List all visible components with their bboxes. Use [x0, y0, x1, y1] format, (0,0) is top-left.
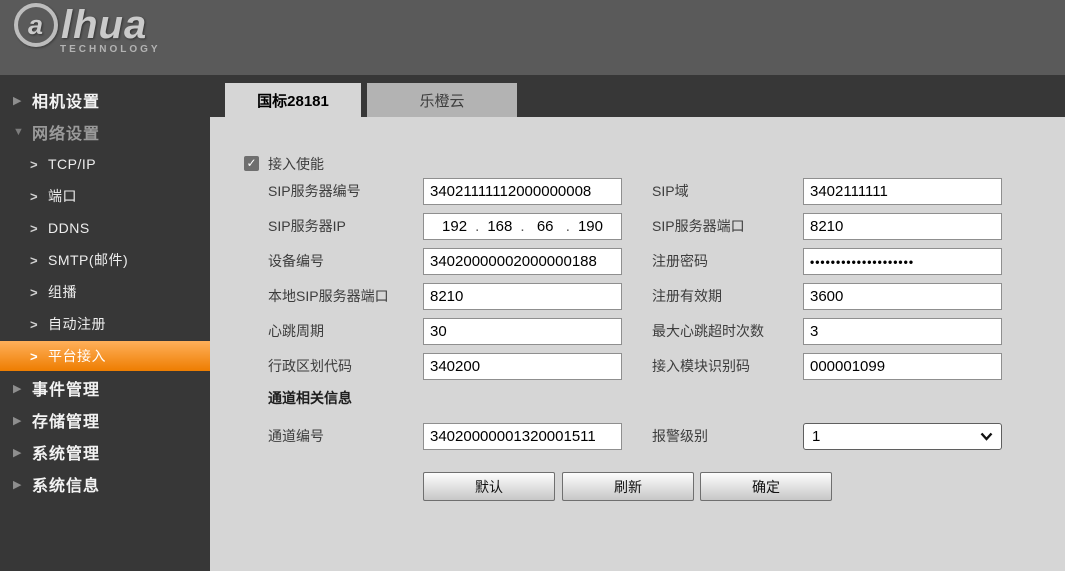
max-heartbeat-timeouts-label: 最大心跳超时次数 [652, 318, 764, 345]
sip-server-ip-label: SIP服务器IP [268, 213, 346, 240]
dahua-logo: alhua TECHNOLOGY [14, 3, 161, 55]
sidebar-item-camera-settings[interactable]: ▶ 相机设置 [0, 84, 210, 116]
access-module-id-label: 接入模块识别码 [652, 353, 750, 380]
register-valid-period-input[interactable] [803, 283, 1002, 310]
sidebar-item-network-settings[interactable]: ▼ 网络设置 [0, 116, 210, 148]
triangle-right-icon: ▶ [13, 446, 32, 459]
logo-subtitle: TECHNOLOGY [60, 44, 161, 55]
logo-brand-text: lhua [61, 3, 147, 47]
heartbeat-period-input[interactable] [423, 318, 622, 345]
default-button[interactable]: 默认 [423, 472, 555, 501]
sip-server-port-input[interactable] [803, 213, 1002, 240]
sip-domain-input[interactable] [803, 178, 1002, 205]
sidebar-item-storage-management[interactable]: ▶ 存储管理 [0, 404, 210, 436]
sip-server-id-input[interactable] [423, 178, 622, 205]
confirm-button[interactable]: 确定 [700, 472, 832, 501]
register-password-label: 注册密码 [652, 248, 708, 275]
chevron-right-icon: > [30, 189, 48, 204]
ip-octet-2: 168 [479, 218, 520, 235]
ip-octet-1: 192 [434, 218, 475, 235]
refresh-button[interactable]: 刷新 [562, 472, 694, 501]
chevron-right-icon: > [30, 349, 48, 364]
triangle-right-icon: ▶ [13, 382, 32, 395]
admin-region-code-input[interactable] [423, 353, 622, 380]
sidebar-item-platform-access[interactable]: > 平台接入 [0, 341, 210, 371]
sidebar-item-event-management[interactable]: ▶ 事件管理 [0, 372, 210, 404]
chevron-right-icon: > [30, 253, 48, 268]
channel-id-label: 通道编号 [268, 423, 324, 450]
alarm-level-select[interactable]: 1 [803, 423, 1002, 450]
max-heartbeat-timeouts-input[interactable] [803, 318, 1002, 345]
triangle-right-icon: ▶ [13, 478, 32, 491]
sip-server-id-label: SIP服务器编号 [268, 178, 361, 205]
chevron-right-icon: > [30, 317, 48, 332]
tab-bar: 国标28181 乐橙云 [210, 75, 1065, 117]
heartbeat-period-label: 心跳周期 [268, 318, 324, 345]
register-password-input[interactable] [803, 248, 1002, 275]
sidebar-item-smtp[interactable]: > SMTP(邮件) [0, 244, 210, 276]
sidebar-item-tcpip[interactable]: > TCP/IP [0, 148, 210, 180]
chevron-down-icon [980, 432, 993, 441]
local-sip-port-input[interactable] [423, 283, 622, 310]
device-id-input[interactable] [423, 248, 622, 275]
sidebar-item-auto-register[interactable]: > 自动注册 [0, 308, 210, 340]
sip-server-ip-input[interactable]: 192 . 168 . 66 . 190 [423, 213, 622, 240]
channel-section-title: 通道相关信息 [268, 388, 352, 408]
sidebar-item-ddns[interactable]: > DDNS [0, 212, 210, 244]
alarm-level-selected-value: 1 [812, 428, 980, 445]
access-enable-label: 接入使能 [268, 152, 324, 176]
main-content: ✓ 接入使能 SIP服务器编号 SIP域 SIP服务器IP 192 . 168 … [210, 117, 1065, 571]
sidebar-nav: ▶ 相机设置 ▼ 网络设置 > TCP/IP > 端口 > DDNS > SMT… [0, 75, 210, 571]
triangle-down-icon: ▼ [13, 126, 32, 138]
admin-region-code-label: 行政区划代码 [268, 353, 352, 380]
chevron-right-icon: > [30, 285, 48, 300]
chevron-right-icon: > [30, 221, 48, 236]
sidebar-item-system-info[interactable]: ▶ 系统信息 [0, 468, 210, 500]
sidebar-item-multicast[interactable]: > 组播 [0, 276, 210, 308]
access-module-id-input[interactable] [803, 353, 1002, 380]
ip-octet-3: 66 [525, 218, 566, 235]
alarm-level-label: 报警级别 [652, 423, 708, 450]
chevron-right-icon: > [30, 157, 48, 172]
tab-lechange-cloud[interactable]: 乐橙云 [367, 83, 517, 117]
triangle-right-icon: ▶ [13, 94, 32, 107]
sidebar-item-system-management[interactable]: ▶ 系统管理 [0, 436, 210, 468]
device-id-label: 设备编号 [268, 248, 324, 275]
sidebar-item-port[interactable]: > 端口 [0, 180, 210, 212]
page: alhua TECHNOLOGY ▶ 相机设置 ▼ 网络设置 > TCP/IP … [0, 0, 1065, 571]
header-bar: alhua TECHNOLOGY [0, 0, 1065, 75]
sip-domain-label: SIP域 [652, 178, 689, 205]
ip-octet-4: 190 [570, 218, 611, 235]
local-sip-port-label: 本地SIP服务器端口 [268, 283, 389, 310]
access-enable-checkbox[interactable]: ✓ [244, 156, 259, 171]
logo-a-ring-icon: a [14, 3, 58, 47]
triangle-right-icon: ▶ [13, 414, 32, 427]
tab-gb28181[interactable]: 国标28181 [225, 83, 361, 117]
channel-id-input[interactable] [423, 423, 622, 450]
register-valid-period-label: 注册有效期 [652, 283, 722, 310]
sip-server-port-label: SIP服务器端口 [652, 213, 745, 240]
